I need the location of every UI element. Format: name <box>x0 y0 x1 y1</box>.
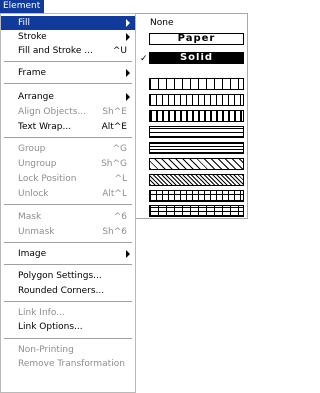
menu-item-label: Group <box>18 144 46 154</box>
shortcut-label: ^6 <box>113 212 127 222</box>
submenu-arrow-icon <box>126 250 130 258</box>
menu-separator <box>4 301 132 302</box>
menu-separator <box>4 83 132 84</box>
fill-pattern-swatch[interactable] <box>149 142 244 154</box>
menu-separator <box>4 137 132 138</box>
menu-item-fill[interactable]: Fill <box>1 16 135 30</box>
fill-pattern-swatch[interactable] <box>149 126 244 138</box>
menu-item-polygon-settings[interactable]: Polygon Settings... <box>1 269 135 283</box>
menu-item-arrange[interactable]: Arrange <box>1 90 135 104</box>
menu-item-stroke[interactable]: Stroke <box>1 30 135 44</box>
fill-option-none[interactable]: None <box>150 18 173 28</box>
shortcut-label: ^G <box>112 144 127 154</box>
menu-item-lock-position[interactable]: Lock Position ^L <box>1 172 135 186</box>
menu-item-label: Non-Printing <box>18 345 74 355</box>
menu-separator <box>4 204 132 205</box>
menu-item-label: Align Objects... <box>18 107 87 117</box>
shortcut-label: Sh^6 <box>102 227 127 237</box>
shortcut-label: Sh^E <box>102 107 127 117</box>
shortcut-label: Alt^L <box>102 189 127 199</box>
menu-separator <box>4 338 132 339</box>
menu-item-label: Remove Transformation <box>18 359 125 369</box>
menu-item-label: Ungroup <box>18 159 57 169</box>
fill-pattern-swatch[interactable] <box>149 190 244 202</box>
menu-separator <box>4 61 132 62</box>
fill-pattern-swatch[interactable] <box>149 205 244 217</box>
fill-pattern-swatch[interactable] <box>149 110 244 122</box>
menu-item-label: Polygon Settings... <box>18 271 102 281</box>
menu-item-label: Unmask <box>18 227 55 237</box>
menu-item-label: Link Options... <box>18 322 83 332</box>
checkmark-icon: ✓ <box>140 54 148 64</box>
menu-item-label: Mask <box>18 212 42 222</box>
fill-pattern-swatch[interactable] <box>149 174 244 186</box>
menu-item-label: Text Wrap... <box>18 122 72 132</box>
shortcut-label: Alt^E <box>101 122 127 132</box>
menu-separator <box>4 264 132 265</box>
fill-submenu: None Paper ✓ Solid <box>136 13 248 219</box>
shortcut-label: ^L <box>114 174 127 184</box>
shortcut-label: Sh^G <box>101 159 127 169</box>
menu-item-label: Arrange <box>18 92 54 102</box>
menu-item-label: Unlock <box>18 189 49 199</box>
menu-item-label: Image <box>18 249 47 259</box>
menu-item-link-options[interactable]: Link Options... <box>1 320 135 334</box>
fill-pattern-swatch[interactable] <box>149 94 244 106</box>
menu-item-frame[interactable]: Frame <box>1 66 135 80</box>
menu-item-remove-transformation[interactable]: Remove Transformation <box>1 357 135 371</box>
submenu-arrow-icon <box>126 19 130 27</box>
submenu-arrow-icon <box>126 69 130 77</box>
element-menu-title[interactable]: Element <box>0 0 44 13</box>
fill-pattern-swatch[interactable] <box>149 78 244 90</box>
menu-item-label: Stroke <box>18 32 47 42</box>
menu-item-align-objects[interactable]: Align Objects... Sh^E <box>1 105 135 119</box>
menu-item-ungroup[interactable]: Ungroup Sh^G <box>1 157 135 171</box>
menu-item-mask[interactable]: Mask ^6 <box>1 210 135 224</box>
submenu-arrow-icon <box>126 33 130 41</box>
fill-option-solid[interactable]: Solid <box>149 52 244 64</box>
element-menu: Fill Stroke Fill and Stroke ... ^U Frame… <box>0 13 136 393</box>
menu-item-non-printing[interactable]: Non-Printing <box>1 343 135 357</box>
menu-item-label: Fill <box>18 18 31 28</box>
menu-item-image[interactable]: Image <box>1 247 135 261</box>
menu-item-rounded-corners[interactable]: Rounded Corners... <box>1 284 135 298</box>
menu-item-label: Link Info... <box>18 308 65 318</box>
fill-pattern-swatch[interactable] <box>149 158 244 170</box>
menu-item-fill-and-stroke[interactable]: Fill and Stroke ... ^U <box>1 44 135 58</box>
menu-item-unmask[interactable]: Unmask Sh^6 <box>1 225 135 239</box>
menu-item-group[interactable]: Group ^G <box>1 142 135 156</box>
submenu-arrow-icon <box>126 93 130 101</box>
menu-item-unlock[interactable]: Unlock Alt^L <box>1 187 135 201</box>
menu-separator <box>4 242 132 243</box>
shortcut-label: ^U <box>112 46 127 56</box>
menu-item-label: Frame <box>18 68 47 78</box>
menu-item-label: Rounded Corners... <box>18 286 105 296</box>
menu-item-text-wrap[interactable]: Text Wrap... Alt^E <box>1 120 135 134</box>
menu-item-label: Fill and Stroke ... <box>18 46 93 56</box>
menu-item-label: Lock Position <box>18 174 77 184</box>
fill-option-paper[interactable]: Paper <box>149 33 244 45</box>
menu-item-link-info[interactable]: Link Info... <box>1 306 135 320</box>
